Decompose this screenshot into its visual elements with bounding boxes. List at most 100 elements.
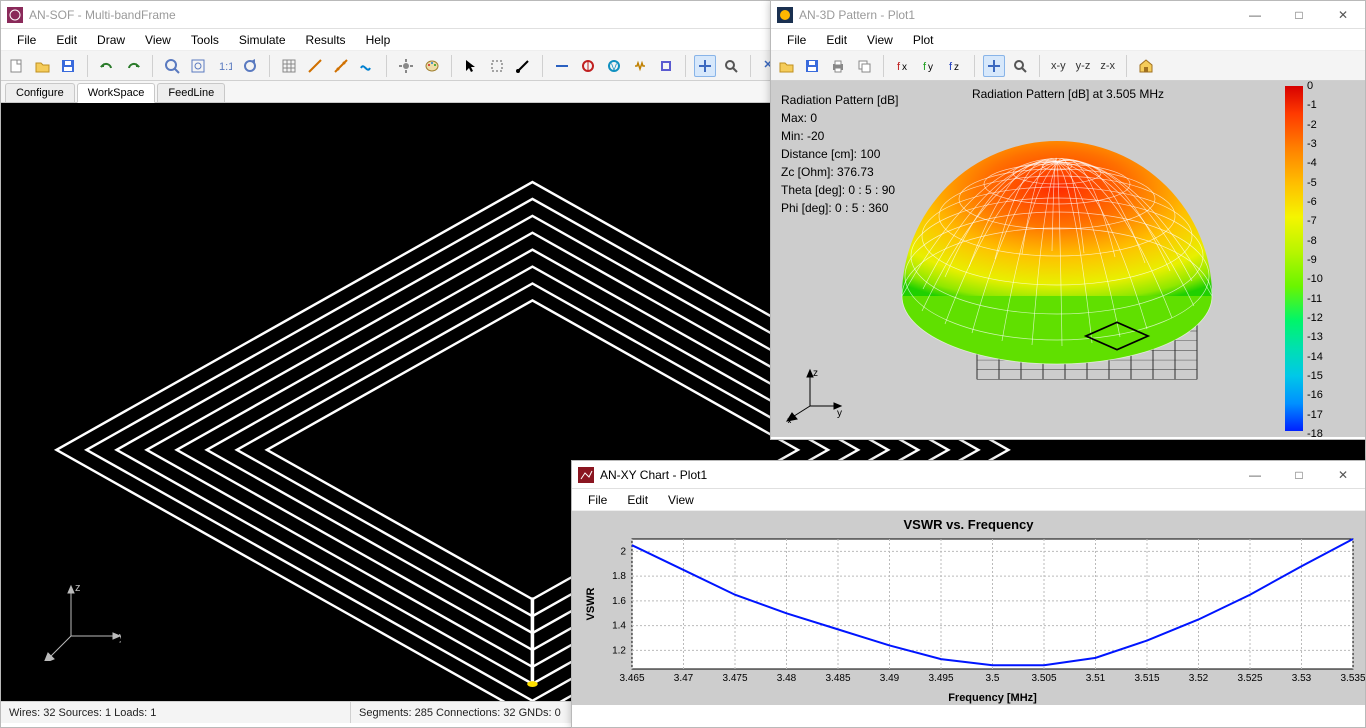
palette-icon[interactable] [421,55,443,77]
ansof-menu-file[interactable]: File [7,31,46,49]
line-icon[interactable] [551,55,573,77]
minimize-button[interactable]: ― [1233,461,1277,489]
colorbar-tick: -13 [1307,331,1355,343]
pointer-icon[interactable] [460,55,482,77]
copy-icon[interactable] [853,55,875,77]
pattern-viewport[interactable]: Radiation Pattern [dB] at 3.505 MHz Radi… [771,81,1365,437]
title-text: AN-3D Pattern - Plot1 [799,8,915,22]
tab-workspace[interactable]: WorkSpace [77,83,156,103]
pattern-info-line-2: Min: -20 [781,127,898,145]
zoom-one-icon[interactable]: 1:1 [213,55,235,77]
titlebar: AN-3D Pattern - Plot1 ― □ ✕ [771,1,1365,29]
maximize-button[interactable]: □ [1277,1,1321,29]
grid-icon[interactable] [278,55,300,77]
print-icon[interactable] [827,55,849,77]
colorbar-tick: -16 [1307,389,1355,401]
xy-plot[interactable]: VSWR vs. Frequency 3.4653.473.4753.483.4… [572,511,1365,705]
x-tick: 3.525 [1237,673,1262,684]
colorbar-tick: -9 [1307,254,1355,266]
load-icon[interactable] [629,55,651,77]
pattern-info-line-1: Max: 0 [781,109,898,127]
x-tick: 3.505 [1031,673,1056,684]
view-zx-button[interactable]: z-x [1097,55,1118,77]
save-file-icon[interactable] [57,55,79,77]
svg-text:y: y [837,408,842,419]
colorbar-tick: -18 [1307,428,1355,440]
currents-icon[interactable] [356,55,378,77]
gear-icon[interactable] [395,55,417,77]
port-icon[interactable] [655,55,677,77]
ansof-menu-tools[interactable]: Tools [181,31,229,49]
an3d-menu-plot[interactable]: Plot [903,31,944,49]
svg-text:x: x [902,62,907,73]
source-v-icon[interactable]: V [603,55,625,77]
wire-icon[interactable] [304,55,326,77]
colorbar-tick: -2 [1307,119,1355,131]
minimize-button[interactable]: ― [1233,1,1277,29]
ansof-menu-help[interactable]: Help [356,31,401,49]
home-icon[interactable] [1135,55,1157,77]
select-box-icon[interactable] [486,55,508,77]
new-file-icon[interactable] [5,55,27,77]
ansof-menu-edit[interactable]: Edit [46,31,87,49]
redraw-icon[interactable] [239,55,261,77]
anxy-menu-edit[interactable]: Edit [617,491,658,509]
source-icon[interactable] [577,55,599,77]
pattern-info-line-6: Phi [deg]: 0 : 5 : 360 [781,199,898,217]
view-yz-button[interactable]: y-z [1073,55,1094,77]
svg-text:V: V [611,62,617,72]
zoom-window-icon[interactable] [161,55,183,77]
save-file-icon[interactable] [801,55,823,77]
colorbar-tick: -3 [1307,138,1355,150]
zoom-icon[interactable] [720,55,742,77]
anxy-menu-view[interactable]: View [658,491,704,509]
anxy-menu-file[interactable]: File [578,491,617,509]
fz-icon[interactable]: fz [944,55,966,77]
colorbar-tick: -11 [1307,293,1355,305]
an3d-menu-view[interactable]: View [857,31,903,49]
segment-icon[interactable] [330,55,352,77]
y-tick: 1.4 [612,621,626,632]
ansof-menu-draw[interactable]: Draw [87,31,135,49]
svg-text:z: z [954,62,959,73]
maximize-button[interactable]: □ [1277,461,1321,489]
zoom-fit-icon[interactable] [187,55,209,77]
svg-text:x: x [787,416,792,423]
move-icon[interactable] [694,55,716,77]
redo-icon[interactable] [122,55,144,77]
close-button[interactable]: ✕ [1321,1,1365,29]
x-tick: 3.48 [777,673,797,684]
undo-icon[interactable] [96,55,118,77]
ansof-menu-results[interactable]: Results [296,31,356,49]
x-tick: 3.52 [1189,673,1209,684]
title-text: AN-SOF - Multi-bandFrame [29,8,176,22]
fx-icon[interactable]: fx [892,55,914,77]
ansof-menu-view[interactable]: View [135,31,181,49]
an3d-window: AN-3D Pattern - Plot1 ― □ ✕ FileEditView… [770,0,1366,440]
close-button[interactable]: ✕ [1321,461,1365,489]
x-tick: 3.485 [825,673,850,684]
axes-gizmo: z y x [785,368,845,423]
x-tick: 3.495 [928,673,953,684]
wire-draw-icon[interactable] [512,55,534,77]
an3d-menu-file[interactable]: File [777,31,816,49]
ansof-menu-simulate[interactable]: Simulate [229,31,296,49]
view-xy-button[interactable]: x-y [1048,55,1069,77]
menubar: FileEditViewPlot [771,29,1365,51]
colorbar-tick: -10 [1307,273,1355,285]
move-icon[interactable] [983,55,1005,77]
chart-title: VSWR vs. Frequency [903,517,1033,532]
open-file-icon[interactable] [775,55,797,77]
colorbar-tick: -17 [1307,409,1355,421]
y-axis-label: VSWR [585,587,597,620]
x-tick: 3.515 [1134,673,1159,684]
tab-feedline[interactable]: FeedLine [157,83,225,102]
zoom-icon[interactable] [1009,55,1031,77]
x-tick: 3.47 [674,673,694,684]
fy-icon[interactable]: fy [918,55,940,77]
an3d-menu-edit[interactable]: Edit [816,31,857,49]
tab-configure[interactable]: Configure [5,83,75,102]
x-tick: 3.5 [986,673,1000,684]
open-file-icon[interactable] [31,55,53,77]
colorbar-tick: -4 [1307,157,1355,169]
